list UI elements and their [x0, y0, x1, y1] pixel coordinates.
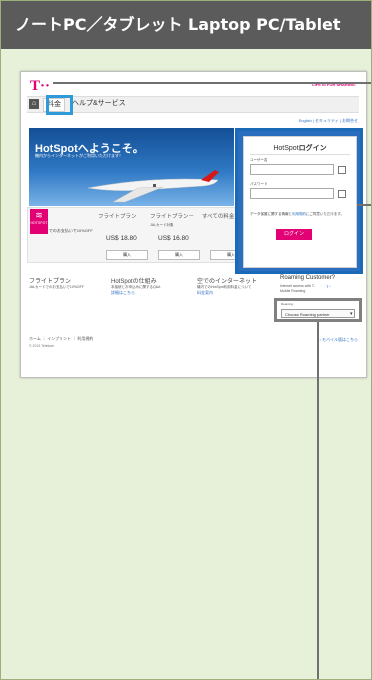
login-panel: HotSpotログイン ユーザー名 パスワード データ保護に関する情報と利用規約… [243, 136, 357, 268]
buy-button[interactable]: 購入 [158, 250, 200, 260]
plan-tab-highlight [46, 95, 73, 115]
feature-desc: JALカードでのお支払いで10%OFF [29, 285, 84, 289]
plan-name: フライトプラン－ [150, 214, 195, 220]
feature-link[interactable]: 料金案内 [197, 290, 277, 296]
plan-price: US$ 18.80 [106, 235, 137, 242]
terms-text: データ保護に関する情報と利用規約にご同意いただけます。 [250, 212, 345, 216]
feature-links: フライトプラン JALカードでのお支払いで10%OFF HotSpotの仕組み … [29, 276, 274, 316]
plan-name: フライトプラン [98, 214, 137, 220]
roaming-select-value: Choose Roaming partner [285, 312, 330, 317]
callout-line-roaming [317, 322, 319, 679]
password-label: パスワード [250, 182, 268, 186]
feature-item: フライトプラン JALカードでのお支払いで10%OFF [29, 276, 109, 290]
feature-item: HotSpotの仕組み 本接続とお申込みに関するQ&A 詳細はこちら [111, 276, 191, 296]
terms-link[interactable]: 利用規約 [292, 212, 306, 216]
tab-help-service[interactable]: ヘルプ&サービス [69, 98, 129, 110]
hotspot-screenshot: T·· LIFE IS FOR SHARING. ⌂ 料金 ヘルプ&サービス E… [20, 71, 367, 378]
mobile-version-link[interactable]: › モバイル版はこちら [320, 337, 358, 343]
callout-line-login [357, 204, 371, 206]
plan-card: フライトプラン－ JALカード対象 US$ 16.80 購入 [150, 208, 208, 262]
hotspot-badge: ≋ HOTSPOT [30, 209, 48, 234]
keyboard-icon[interactable] [338, 166, 346, 174]
t-mobile-icon: T·· [326, 284, 332, 289]
panel-frame: ノートPC／タブレット Laptop PC/Tablet T·· LIFE IS… [0, 0, 372, 680]
wifi-icon: ≋ [35, 210, 43, 220]
login-highlight: HotSpotログイン ユーザー名 パスワード データ保護に関する情報と利用規約… [235, 128, 363, 274]
hero-subtitle: 機内からインターネットがご利用いただけます！ [35, 153, 123, 158]
login-title: HotSpotログイン [273, 145, 327, 152]
login-button[interactable]: ログイン [276, 229, 312, 240]
copyright: © 2013 Telekom [29, 344, 55, 348]
divider [250, 154, 350, 155]
sub-links[interactable]: English | セキュリティ | お問合せ [299, 118, 358, 124]
home-icon[interactable]: ⌂ [29, 99, 39, 109]
plan-price: US$ 16.80 [158, 235, 189, 242]
roaming-label: Roaming [281, 302, 294, 306]
plan-note: JALカード対象 [150, 223, 174, 227]
hero-banner: HotSpotへようこそ。 機内からインターネットがご利用いただけます！ [29, 128, 234, 206]
roaming-select-highlight: Roaming Choose Roaming partner ▾ [274, 298, 362, 322]
keyboard-icon[interactable] [338, 190, 346, 198]
top-navbar: ⌂ 料金 ヘルプ&サービス [27, 96, 359, 113]
feature-item: 空でのインターネット 機内でのHotSpot利用料金について 料金案内 [197, 276, 277, 296]
buy-button[interactable]: 購入 [106, 250, 148, 260]
roaming-subtitle: Internet access with T-Mobile Roaming [280, 284, 315, 293]
panel-title: ノートPC／タブレット Laptop PC/Tablet [1, 1, 371, 49]
feature-link[interactable]: 詳細はこちら [111, 290, 191, 296]
callout-line-plan [53, 82, 371, 84]
hotspot-badge-label: HOTSPOT [30, 221, 48, 225]
feature-title: フライトプラン [29, 279, 72, 285]
roaming-title: Roaming Customer? [280, 275, 336, 281]
plan-cards: JALカードでのお支払いで10%OFF フライトプラン US$ 18.80 購入… [27, 207, 261, 263]
footer-links[interactable]: ホーム ｜ インプリント ｜ 利用規約 [29, 336, 93, 342]
password-field[interactable] [250, 188, 334, 199]
roaming-partner-select[interactable]: Choose Roaming partner ▾ [281, 309, 355, 318]
chevron-down-icon: ▾ [350, 311, 353, 317]
username-field[interactable] [250, 164, 334, 175]
feature-title: HotSpotの仕組み [111, 279, 157, 285]
plan-card: フライトプラン US$ 18.80 購入 [98, 208, 156, 262]
feature-title: 空でのインターネット [197, 279, 258, 285]
telekom-logo: T·· [30, 78, 51, 94]
username-label: ユーザー名 [250, 158, 268, 162]
airplane-icon [87, 170, 219, 203]
